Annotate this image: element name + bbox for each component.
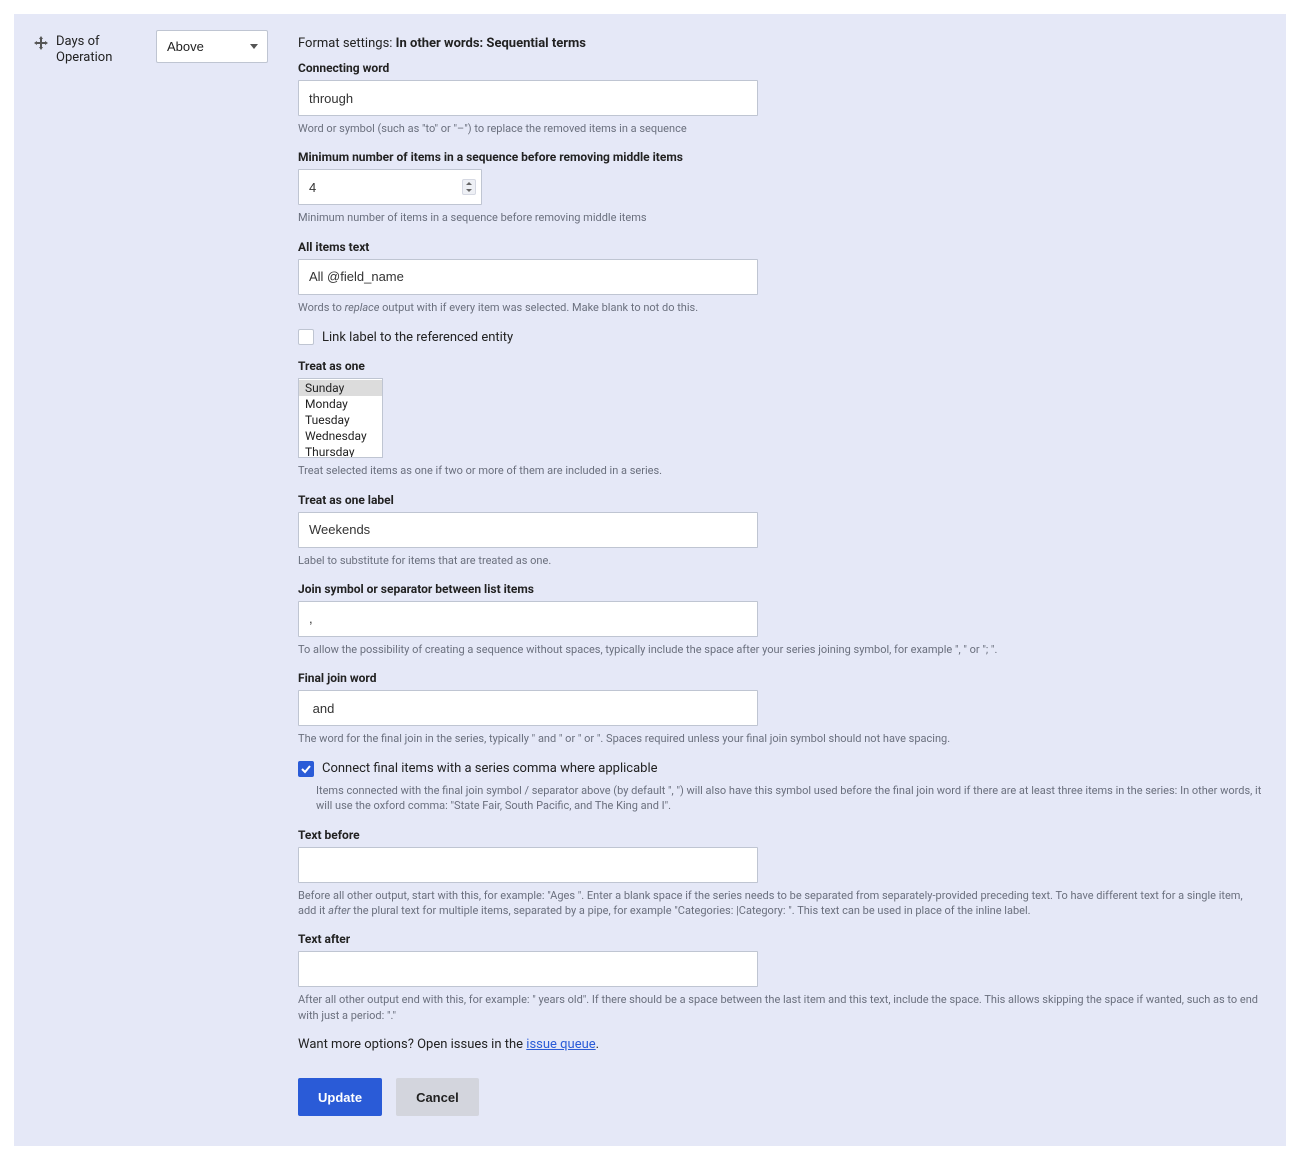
list-option[interactable]: Sunday xyxy=(299,380,382,396)
label-position-select[interactable]: Above xyxy=(156,30,268,63)
series-comma-checkbox-label: Connect final items with a series comma … xyxy=(322,761,658,776)
list-option[interactable]: Tuesday xyxy=(299,412,382,428)
list-option[interactable]: Monday xyxy=(299,396,382,412)
text-after-label: Text after xyxy=(298,932,1266,946)
text-before-input[interactable] xyxy=(298,847,758,883)
spinner-down-icon[interactable] xyxy=(463,187,475,194)
series-comma-group: Connect final items with a series comma … xyxy=(298,761,1266,814)
join-symbol-label: Join symbol or separator between list it… xyxy=(298,582,1266,596)
series-comma-checkbox[interactable] xyxy=(298,761,314,777)
issue-queue-link[interactable]: issue queue xyxy=(526,1037,595,1052)
all-items-input[interactable] xyxy=(298,259,758,295)
field-settings-panel: Days of Operation Above Format settings:… xyxy=(14,14,1286,1146)
text-after-help: After all other output end with this, fo… xyxy=(298,992,1258,1023)
connecting-word-group: Connecting word Word or symbol (such as … xyxy=(298,61,1266,136)
treat-as-one-label-input[interactable] xyxy=(298,512,758,548)
text-before-group: Text before Before all other output, sta… xyxy=(298,828,1266,919)
text-before-help: Before all other output, start with this… xyxy=(298,888,1258,919)
min-items-group: Minimum number of items in a sequence be… xyxy=(298,150,1266,225)
format-settings-heading: Format settings: In other words: Sequent… xyxy=(298,36,1266,51)
field-name-label: Days of Operation xyxy=(56,34,126,67)
field-row-header: Days of Operation xyxy=(34,30,126,67)
join-symbol-help: To allow the possibility of creating a s… xyxy=(298,642,1258,657)
list-option[interactable]: Thursday xyxy=(299,444,382,458)
min-items-label: Minimum number of items in a sequence be… xyxy=(298,150,1266,164)
all-items-help: Words to replace output with if every it… xyxy=(298,300,1258,315)
treat-as-one-group: Treat as one Sunday Monday Tuesday Wedne… xyxy=(298,359,1266,478)
update-button[interactable]: Update xyxy=(298,1078,382,1116)
want-more-text: Want more options? Open issues in the is… xyxy=(298,1037,1266,1052)
min-items-input[interactable] xyxy=(298,169,482,205)
treat-as-one-label: Treat as one xyxy=(298,359,1266,373)
min-items-help: Minimum number of items in a sequence be… xyxy=(298,210,1258,225)
series-comma-help: Items connected with the final join symb… xyxy=(316,783,1266,814)
treat-as-one-label-help: Label to substitute for items that are t… xyxy=(298,553,1258,568)
label-position-select-wrap: Above xyxy=(156,30,268,63)
treat-as-one-label-group: Treat as one label Label to substitute f… xyxy=(298,493,1266,568)
text-after-group: Text after After all other output end wi… xyxy=(298,932,1266,1023)
format-settings: Format settings: In other words: Sequent… xyxy=(298,30,1266,1116)
join-symbol-group: Join symbol or separator between list it… xyxy=(298,582,1266,657)
treat-as-one-help: Treat selected items as one if two or mo… xyxy=(298,463,1258,478)
text-before-label: Text before xyxy=(298,828,1266,842)
list-option[interactable]: Wednesday xyxy=(299,428,382,444)
action-buttons: Update Cancel xyxy=(298,1078,1266,1116)
join-symbol-input[interactable] xyxy=(298,601,758,637)
all-items-group: All items text Words to replace output w… xyxy=(298,240,1266,315)
spinner-up-icon[interactable] xyxy=(463,180,475,187)
final-join-group: Final join word The word for the final j… xyxy=(298,671,1266,746)
link-label-checkbox[interactable] xyxy=(298,329,314,345)
all-items-label: All items text xyxy=(298,240,1266,254)
final-join-input[interactable] xyxy=(298,690,758,726)
connecting-word-input[interactable] xyxy=(298,80,758,116)
drag-handle-icon[interactable] xyxy=(34,36,48,50)
cancel-button[interactable]: Cancel xyxy=(396,1078,479,1116)
treat-as-one-listbox[interactable]: Sunday Monday Tuesday Wednesday Thursday xyxy=(298,378,383,458)
treat-as-one-label-label: Treat as one label xyxy=(298,493,1266,507)
number-spinner xyxy=(462,179,476,195)
link-label-group: Link label to the referenced entity xyxy=(298,329,1266,345)
connecting-word-help: Word or symbol (such as "to" or "–") to … xyxy=(298,121,1258,136)
text-after-input[interactable] xyxy=(298,951,758,987)
connecting-word-label: Connecting word xyxy=(298,61,1266,75)
link-label-checkbox-label: Link label to the referenced entity xyxy=(322,330,513,345)
final-join-label: Final join word xyxy=(298,671,1266,685)
final-join-help: The word for the final join in the serie… xyxy=(298,731,1258,746)
